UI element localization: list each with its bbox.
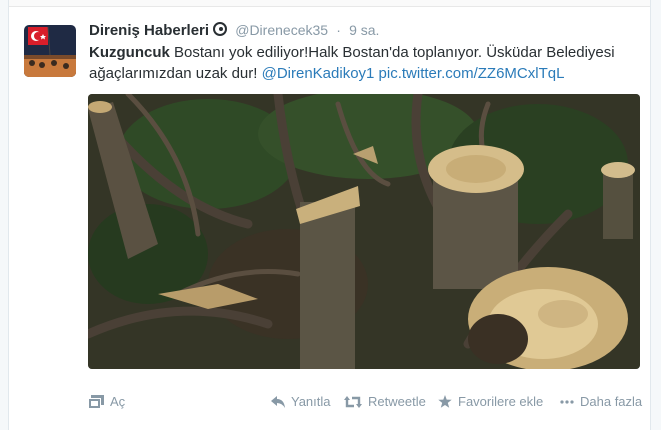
verified-badge-icon [213,22,228,36]
author-name[interactable]: Direniş Haberleri [89,22,209,39]
favorite-button[interactable]: Favorilere ekle [438,394,543,409]
tweet-text-line2: ağaçlarımızdan uzak dur! [89,65,262,82]
previous-tweet-edge [9,0,650,7]
tweet-header: Direniş Haberleri @Direnecek35 · 9 sa. [89,22,379,39]
tweet-photo[interactable] [88,94,640,369]
hashtag-kuzguncuk[interactable]: Kuzguncuk [89,44,170,61]
tweet-text: Kuzguncuk Bostanı yok ediliyor!Halk Bost… [89,42,649,84]
ellipsis-icon [560,399,574,404]
tweet-card[interactable]: Direniş Haberleri @Direnecek35 · 9 sa. K… [8,0,651,430]
tweet-actions: Aç Yanıtla Retweetle Favorilere ekle Dah… [9,392,650,412]
more-label: Daha fazla [580,394,643,409]
avatar[interactable] [24,25,76,77]
tweet-text-line1: Bostanı yok ediliyor!Halk Bostan'da topl… [169,44,615,61]
retweet-icon [344,395,362,408]
retweet-label: Retweetle [368,394,426,409]
expand-label: Aç [110,394,126,409]
reply-icon [271,395,285,408]
expand-media-icon [88,394,104,409]
star-icon [438,395,452,408]
reply-button[interactable]: Yanıtla [271,394,331,409]
pic-link[interactable]: pic.twitter.com/ZZ6MCxlTqL [379,65,565,82]
favorite-label: Favorilere ekle [458,394,544,409]
retweet-button[interactable]: Retweetle [344,394,426,409]
expand-button[interactable]: Aç [88,394,125,409]
reply-label: Yanıtla [291,394,331,409]
timestamp[interactable]: 9 sa. [349,22,379,38]
more-button[interactable]: Daha fazla [560,394,642,409]
author-handle[interactable]: @Direnecek35 [235,22,328,38]
mention-link[interactable]: @DirenKadikoy1 [262,65,375,82]
separator: · [336,22,341,38]
